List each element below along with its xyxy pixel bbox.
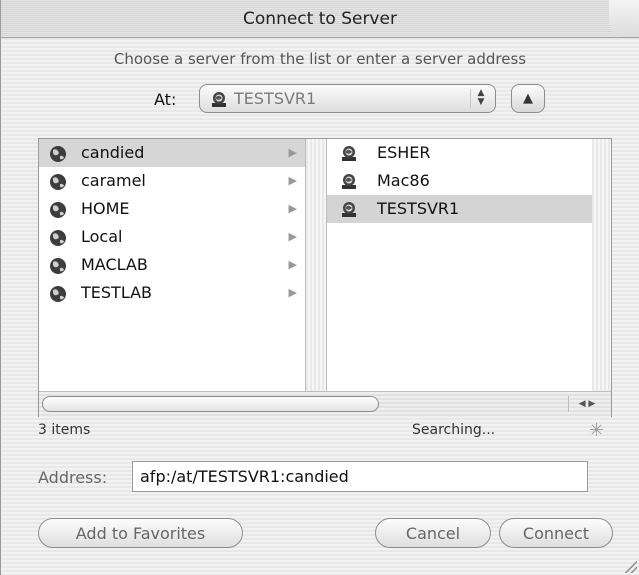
list-item[interactable]: TESTSVR1 <box>327 195 592 223</box>
scroll-arrows-icon[interactable]: ◀ ▶ <box>568 396 605 412</box>
location-popup[interactable]: TESTSVR1 ▲ ▼ <box>199 84 496 113</box>
list-item[interactable]: candied ▶ <box>39 139 305 167</box>
address-field[interactable] <box>132 461 588 492</box>
list-item-label: Local <box>81 227 123 246</box>
cancel-button[interactable]: Cancel <box>375 518 491 548</box>
list-item-label: ESHER <box>377 143 431 162</box>
globe-icon <box>49 284 67 312</box>
server-icon <box>210 90 228 117</box>
list-item-label: Mac86 <box>377 171 430 190</box>
item-count: 3 items <box>38 422 91 438</box>
title-bar[interactable]: Connect to Server <box>1 0 639 38</box>
location-value: TESTSVR1 <box>234 89 317 108</box>
scroll-thumb[interactable] <box>42 396 379 412</box>
connect-button[interactable]: Connect <box>499 518 613 548</box>
zone-column-scrollbar[interactable] <box>306 139 327 391</box>
list-item[interactable]: Local ▶ <box>39 223 305 251</box>
at-label: At: <box>154 90 177 109</box>
list-item[interactable]: HOME ▶ <box>39 195 305 223</box>
up-arrow-icon: ▲ <box>523 91 533 106</box>
disclosure-arrow-icon: ▶ <box>288 230 297 243</box>
connect-to-server-window: Connect to Server Choose a server from t… <box>0 0 639 575</box>
disclosure-arrow-icon: ▶ <box>288 202 297 215</box>
server-column-scrollbar[interactable] <box>592 139 611 391</box>
list-item[interactable]: Mac86 <box>327 167 592 195</box>
search-status: Searching... <box>412 422 496 438</box>
disclosure-arrow-icon: ▶ <box>288 286 297 299</box>
list-item-label: candied <box>81 143 145 162</box>
add-to-favorites-button[interactable]: Add to Favorites <box>38 518 243 548</box>
server-icon <box>340 200 358 228</box>
disclosure-arrow-icon: ▶ <box>288 146 297 159</box>
list-item[interactable]: MACLAB ▶ <box>39 251 305 279</box>
disclosure-arrow-icon: ▶ <box>288 258 297 271</box>
server-column: ESHER Mac86 TESTSVR1 <box>327 139 592 391</box>
list-item[interactable]: caramel ▶ <box>39 167 305 195</box>
list-item[interactable]: ESHER <box>327 139 592 167</box>
enclosing-folder-button[interactable]: ▲ <box>511 84 545 113</box>
list-item[interactable]: TESTLAB ▶ <box>39 279 305 307</box>
list-item-label: MACLAB <box>81 255 148 274</box>
horizontal-scrollbar[interactable]: ◀ ▶ <box>39 391 611 417</box>
window-title: Connect to Server <box>243 9 397 29</box>
list-item-label: HOME <box>81 199 130 218</box>
disclosure-arrow-icon: ▶ <box>288 174 297 187</box>
resize-grip-icon[interactable] <box>623 559 637 573</box>
zone-column: candied ▶ caramel ▶ HOME ▶ Local ▶ MACLA… <box>39 139 306 391</box>
instruction-text: Choose a server from the list or enter a… <box>113 50 527 68</box>
server-browser: candied ▶ caramel ▶ HOME ▶ Local ▶ MACLA… <box>38 138 612 417</box>
title-bar-corner <box>609 0 639 37</box>
address-label: Address: <box>38 468 108 487</box>
list-item-label: caramel <box>81 171 146 190</box>
list-item-label: TESTLAB <box>81 283 153 302</box>
popup-stepper-icon: ▲ ▼ <box>470 89 491 108</box>
list-item-label: TESTSVR1 <box>377 199 460 218</box>
spinner-icon: ✳ <box>589 420 605 441</box>
